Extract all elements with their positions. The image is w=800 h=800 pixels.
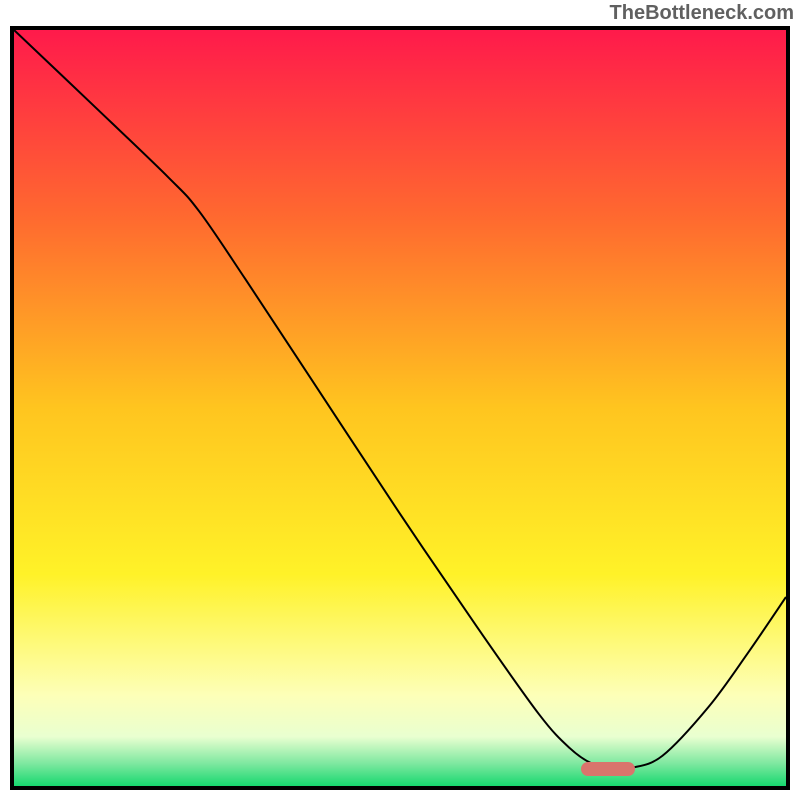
optimal-range-marker xyxy=(581,762,635,776)
chart-container: TheBottleneck.com xyxy=(0,0,800,800)
plot-area xyxy=(10,26,790,790)
bottleneck-curve xyxy=(14,30,786,786)
watermark-text: TheBottleneck.com xyxy=(610,2,794,25)
